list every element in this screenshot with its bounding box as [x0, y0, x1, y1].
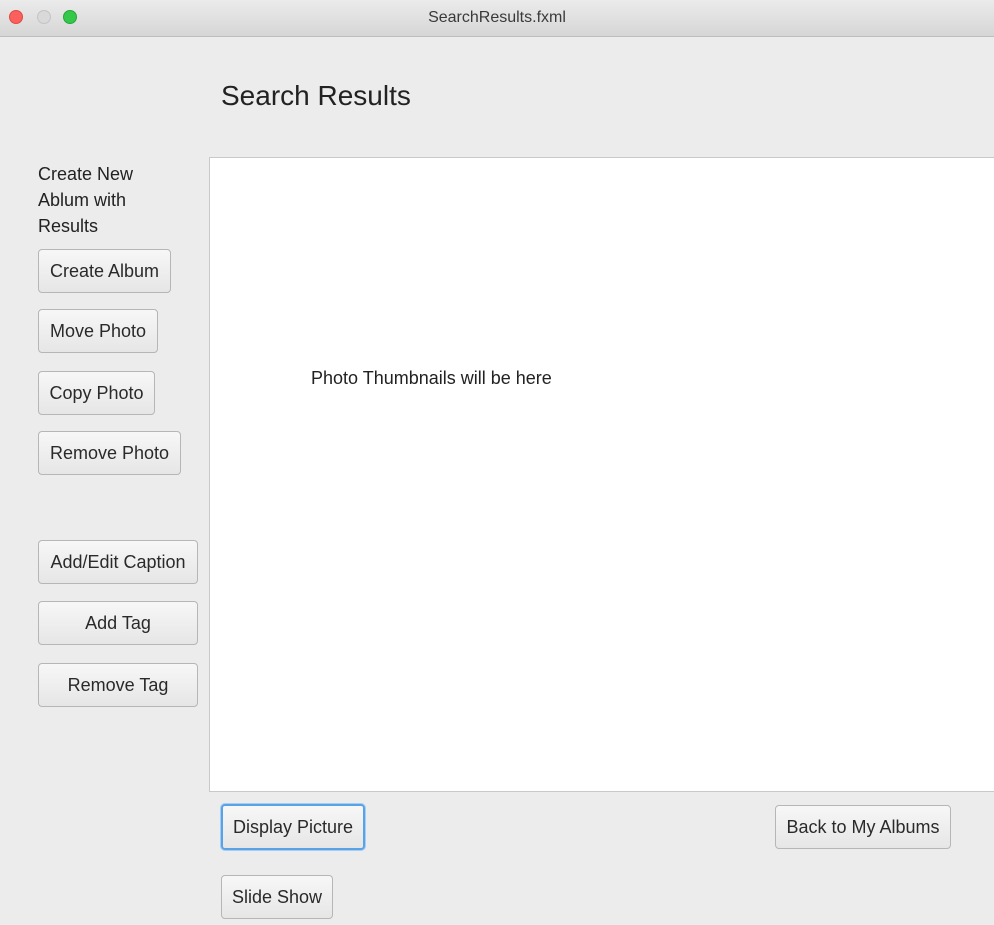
- remove-photo-button[interactable]: Remove Photo: [38, 431, 181, 475]
- add-edit-caption-button[interactable]: Add/Edit Caption: [38, 540, 198, 584]
- display-picture-button[interactable]: Display Picture: [221, 804, 365, 850]
- remove-tag-button[interactable]: Remove Tag: [38, 663, 198, 707]
- add-tag-button[interactable]: Add Tag: [38, 601, 198, 645]
- slide-show-button[interactable]: Slide Show: [221, 875, 333, 919]
- page-title: Search Results: [221, 80, 411, 111]
- copy-photo-button[interactable]: Copy Photo: [38, 371, 155, 415]
- window-titlebar: SearchResults.fxml: [0, 0, 994, 37]
- photo-thumbnails-panel[interactable]: [209, 157, 994, 792]
- thumbnails-placeholder-text: Photo Thumbnails will be here: [311, 368, 552, 388]
- move-photo-button[interactable]: Move Photo: [38, 309, 158, 353]
- create-album-label: Create New Ablum with Results: [38, 164, 134, 236]
- back-to-my-albums-button[interactable]: Back to My Albums: [775, 805, 951, 849]
- window-title: SearchResults.fxml: [428, 9, 566, 26]
- create-album-button[interactable]: Create Album: [38, 249, 171, 293]
